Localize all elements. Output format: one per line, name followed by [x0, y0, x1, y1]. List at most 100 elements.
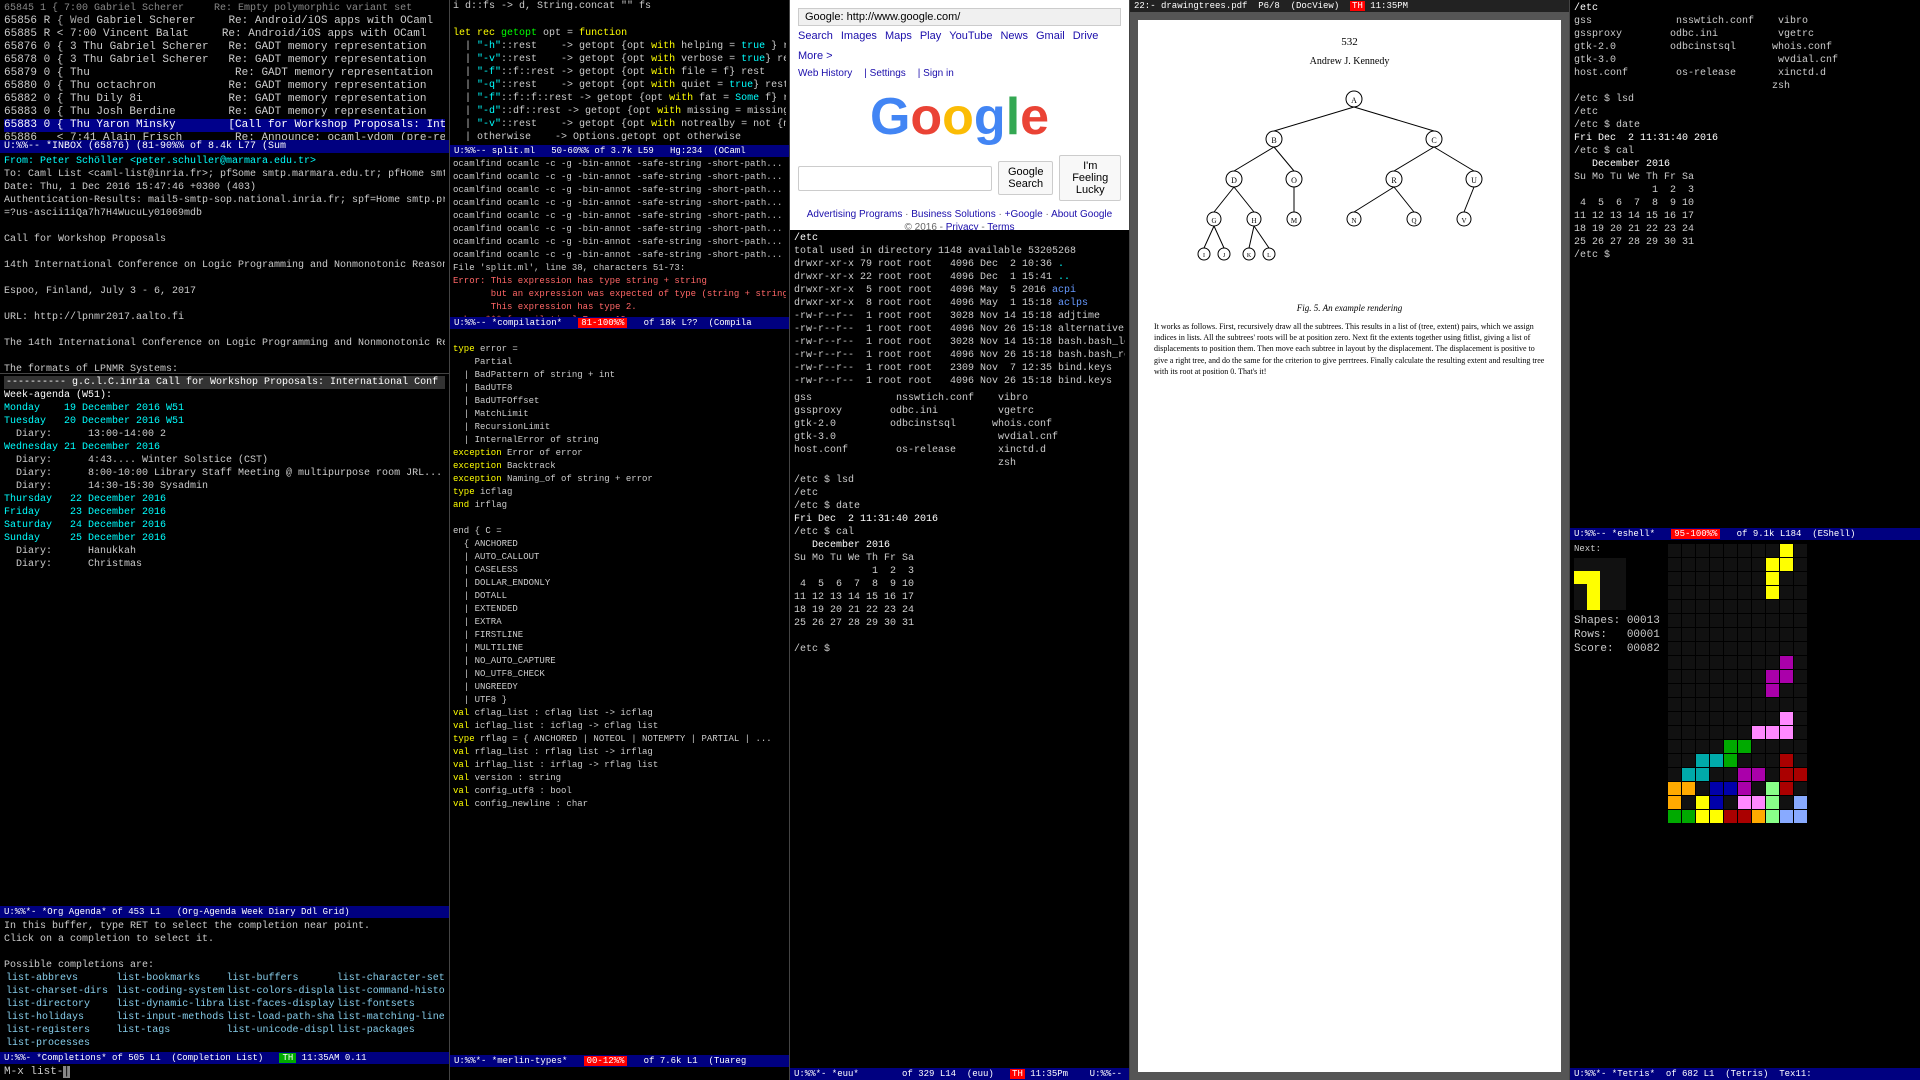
- svg-text:O: O: [1291, 176, 1297, 185]
- fb-file[interactable]: -rw-r--r-- 1 root root 2309 Nov 7 12:35 …: [794, 362, 1125, 375]
- tc: [1738, 656, 1751, 669]
- google-nav-drive[interactable]: Drive: [1073, 30, 1099, 42]
- tc: [1724, 684, 1737, 697]
- email-row[interactable]: 65876 0 { 3 Thu Gabriel Scherer Re: GADT…: [4, 41, 445, 54]
- build-line: ocamlfind ocamlc -c -g -bin-annot -safe-…: [453, 249, 786, 262]
- filebrowser-tetris-pane: /etc gss nsswtich.conf vibro gssproxy od…: [1570, 0, 1920, 1080]
- completion-item[interactable]: list-matching-lines: [335, 1011, 445, 1024]
- completion-item[interactable]: list-faces-display: [225, 998, 335, 1011]
- email-row[interactable]: 65856 R { Wed Gabriel Scherer Re: Androi…: [4, 15, 445, 28]
- google-nav-images[interactable]: Images: [841, 30, 877, 42]
- google-footer-google[interactable]: +Google: [1005, 209, 1043, 220]
- tc: [1682, 810, 1695, 823]
- fb-file[interactable]: drwxr-xr-x 8 root root 4096 May 1 15:18 …: [794, 297, 1125, 310]
- type-line: val version : string: [453, 772, 786, 785]
- completion-item[interactable]: list-registers: [4, 1024, 114, 1037]
- tc: [1668, 698, 1681, 711]
- completion-item[interactable]: list-directory: [4, 998, 114, 1011]
- tc: [1682, 642, 1695, 655]
- completion-item[interactable]: list-abbrevs: [4, 972, 114, 985]
- email-body-text: Call for Workshop Proposals: [4, 233, 445, 246]
- email-row-selected[interactable]: 65883 0 { Thu Yaron Minsky [Call for Wor…: [4, 119, 445, 132]
- completion-item[interactable]: list-tags: [114, 1024, 224, 1037]
- email-row[interactable]: 65879 0 { Thu Re: GADT memory representa…: [4, 67, 445, 80]
- completion-item[interactable]: list-bookmarks: [114, 972, 224, 985]
- completion-header: [4, 946, 445, 959]
- tc: [1738, 698, 1751, 711]
- fb-file[interactable]: -rw-r--r-- 1 root root 3028 Nov 14 15:18…: [794, 310, 1125, 323]
- pdf-status-top: 22:- drawingtrees.pdf P6/8 (DocView) TH …: [1130, 0, 1569, 12]
- fb-file[interactable]: -rw-r--r-- 1 root root 4096 Nov 26 15:18…: [794, 349, 1125, 362]
- google-nav-search[interactable]: Search: [798, 30, 833, 42]
- email-row[interactable]: 65886 < 7:41 Alain Frisch Re: Announce: …: [4, 132, 445, 140]
- tc: [1794, 600, 1807, 613]
- cal-week: 1 2 3: [794, 565, 1125, 578]
- email-row[interactable]: 65880 0 { Thu octachron Re: GADT memory …: [4, 80, 445, 93]
- completion-item[interactable]: list-load-path-shadows: [225, 1011, 335, 1024]
- fb-file[interactable]: drwxr-xr-x 79 root root 4096 Dec 2 10:36…: [794, 258, 1125, 271]
- cal-week: 25 26 27 28 29 30 31: [794, 617, 1125, 630]
- google-nav-gmail[interactable]: Gmail: [1036, 30, 1065, 42]
- tc: [1794, 684, 1807, 697]
- tc: [1738, 600, 1751, 613]
- completion-item[interactable]: list-colors-display: [225, 985, 335, 998]
- completion-item[interactable]: list-coding-systems: [114, 985, 224, 998]
- google-footer-business[interactable]: Business Solutions: [911, 209, 996, 220]
- completion-item[interactable]: list-processes: [4, 1037, 114, 1050]
- completion-item[interactable]: list-input-methods: [114, 1011, 224, 1024]
- tc: [1710, 810, 1723, 823]
- build-line: ocamlfind ocamlc -c -g -bin-annot -safe-…: [453, 171, 786, 184]
- completion-item[interactable]: list-holidays: [4, 1011, 114, 1024]
- completion-item[interactable]: list-charset-dirs: [4, 985, 114, 998]
- tc: [1766, 558, 1779, 571]
- email-body-text: The formats of LPNMR Systems:: [4, 363, 445, 373]
- google-search-button[interactable]: Google Search: [998, 161, 1053, 195]
- email-row[interactable]: 65885 R < 7:00 Vincent Balat Re: Android…: [4, 28, 445, 41]
- tc: [1794, 754, 1807, 767]
- tc: [1710, 544, 1723, 557]
- google-settings[interactable]: | Settings: [864, 68, 906, 79]
- tc: [1752, 810, 1765, 823]
- email-row[interactable]: 65882 0 { Thu Dily 8i Re: GADT memory re…: [4, 93, 445, 106]
- cal-weekday: Su Mo Tu We Th Fr Sa: [794, 552, 1125, 565]
- p5-shell-prompt: /etc $: [1574, 249, 1916, 262]
- tc: [1794, 614, 1807, 627]
- google-nav-more[interactable]: More >: [798, 50, 833, 62]
- completion-item[interactable]: list-command-history: [335, 985, 445, 998]
- google-footer-advertising[interactable]: Advertising Programs: [807, 209, 903, 220]
- p5-fb-line: gtk-2.0 odbcinstsql whois.conf: [1574, 41, 1916, 54]
- google-nav-maps[interactable]: Maps: [885, 30, 912, 42]
- email-row[interactable]: 65878 0 { 3 Thu Gabriel Scherer Re: GADT…: [4, 54, 445, 67]
- google-nav-play[interactable]: Play: [920, 30, 941, 42]
- google-nav-news[interactable]: News: [1000, 30, 1028, 42]
- completion-item[interactable]: list-packages: [335, 1024, 445, 1037]
- fb-file[interactable]: drwxr-xr-x 5 root root 4096 May 5 2016 a…: [794, 284, 1125, 297]
- email-row[interactable]: 65883 0 { Thu Josh Berdine Re: GADT memo…: [4, 106, 445, 119]
- tc: [1780, 726, 1793, 739]
- tc: [1696, 614, 1709, 627]
- google-footer-about[interactable]: About Google: [1051, 209, 1112, 220]
- agenda-day: Sunday 25 December 2016: [4, 532, 445, 545]
- google-sign-in[interactable]: | Sign in: [918, 68, 954, 79]
- completion-item[interactable]: list-buffers: [225, 972, 335, 985]
- tc: [1696, 810, 1709, 823]
- fb-file[interactable]: -rw-r--r-- 1 root root 4096 Nov 26 15:18…: [794, 375, 1125, 388]
- type-line: end { C =: [453, 525, 786, 538]
- google-search-input[interactable]: [798, 166, 992, 191]
- tc: [1780, 628, 1793, 641]
- fb-file[interactable]: drwxr-xr-x 22 root root 4096 Dec 1 15:41…: [794, 271, 1125, 284]
- tc: [1696, 684, 1709, 697]
- completion-item[interactable]: list-fontsets: [335, 998, 445, 1011]
- google-nav-youtube[interactable]: YouTube: [949, 30, 992, 42]
- google-feeling-lucky-button[interactable]: I'm Feeling Lucky: [1059, 155, 1121, 201]
- tc: [1668, 544, 1681, 557]
- fb-file[interactable]: -rw-r--r-- 1 root root 4096 Nov 26 15:18…: [794, 323, 1125, 336]
- completion-grid: list-abbrevs list-bookmarks list-buffers…: [4, 972, 445, 1050]
- fb-file[interactable]: -rw-r--r-- 1 root root 3028 Nov 14 15:18…: [794, 336, 1125, 349]
- google-web-history[interactable]: Web History: [798, 68, 852, 79]
- completion-item[interactable]: list-unicode-display: [225, 1024, 335, 1037]
- completion-item[interactable]: list-dynamic-libraries: [114, 998, 224, 1011]
- url-bar[interactable]: Google: http://www.google.com/: [798, 8, 1121, 26]
- p5-cal-week: 4 5 6 7 8 9 10: [1574, 197, 1916, 210]
- completion-item[interactable]: list-character-sets: [335, 972, 445, 985]
